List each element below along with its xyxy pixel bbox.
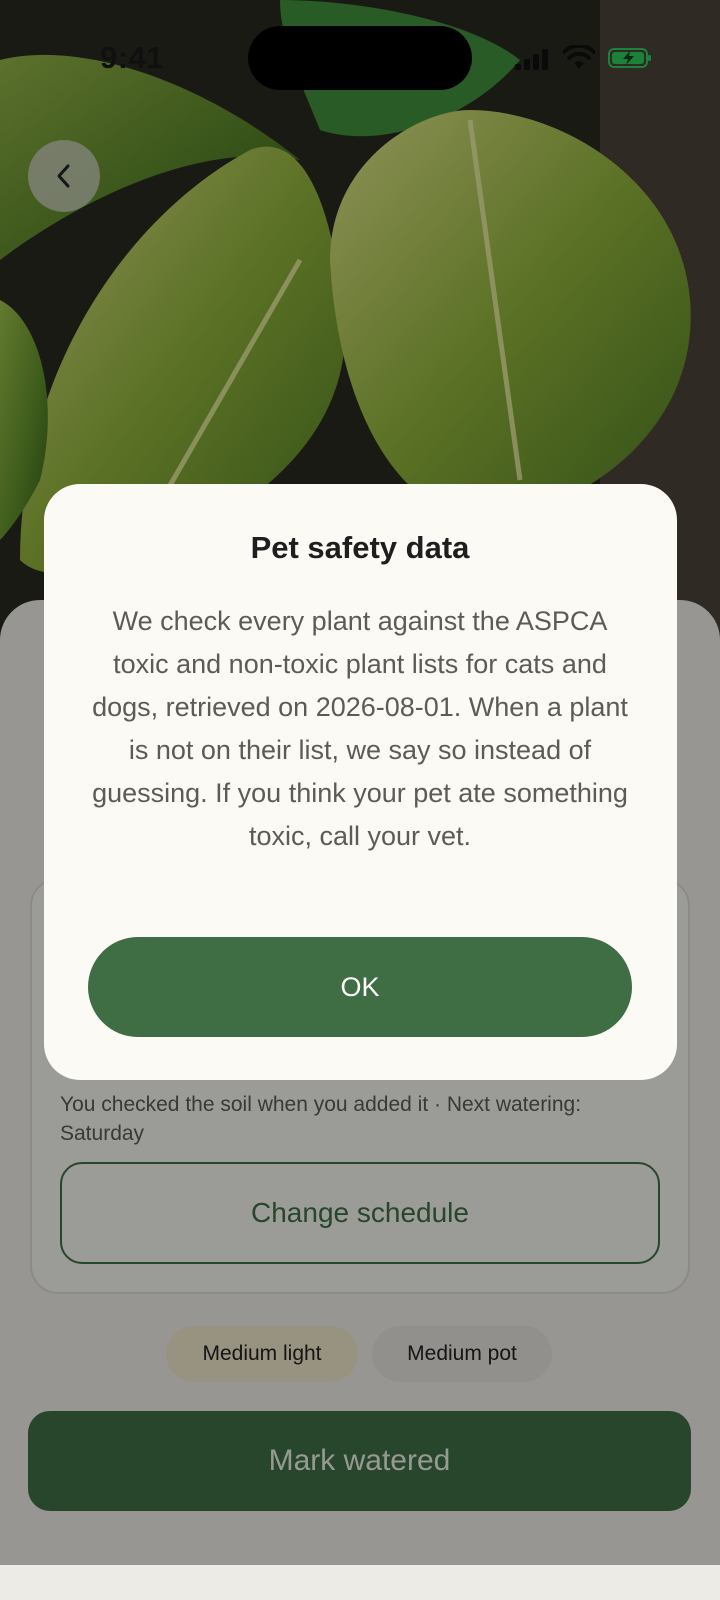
ok-button[interactable]: OK	[88, 937, 632, 1037]
dialog-title: Pet safety data	[250, 530, 470, 565]
dialog-body: We check every plant against the ASPCA t…	[92, 606, 628, 851]
